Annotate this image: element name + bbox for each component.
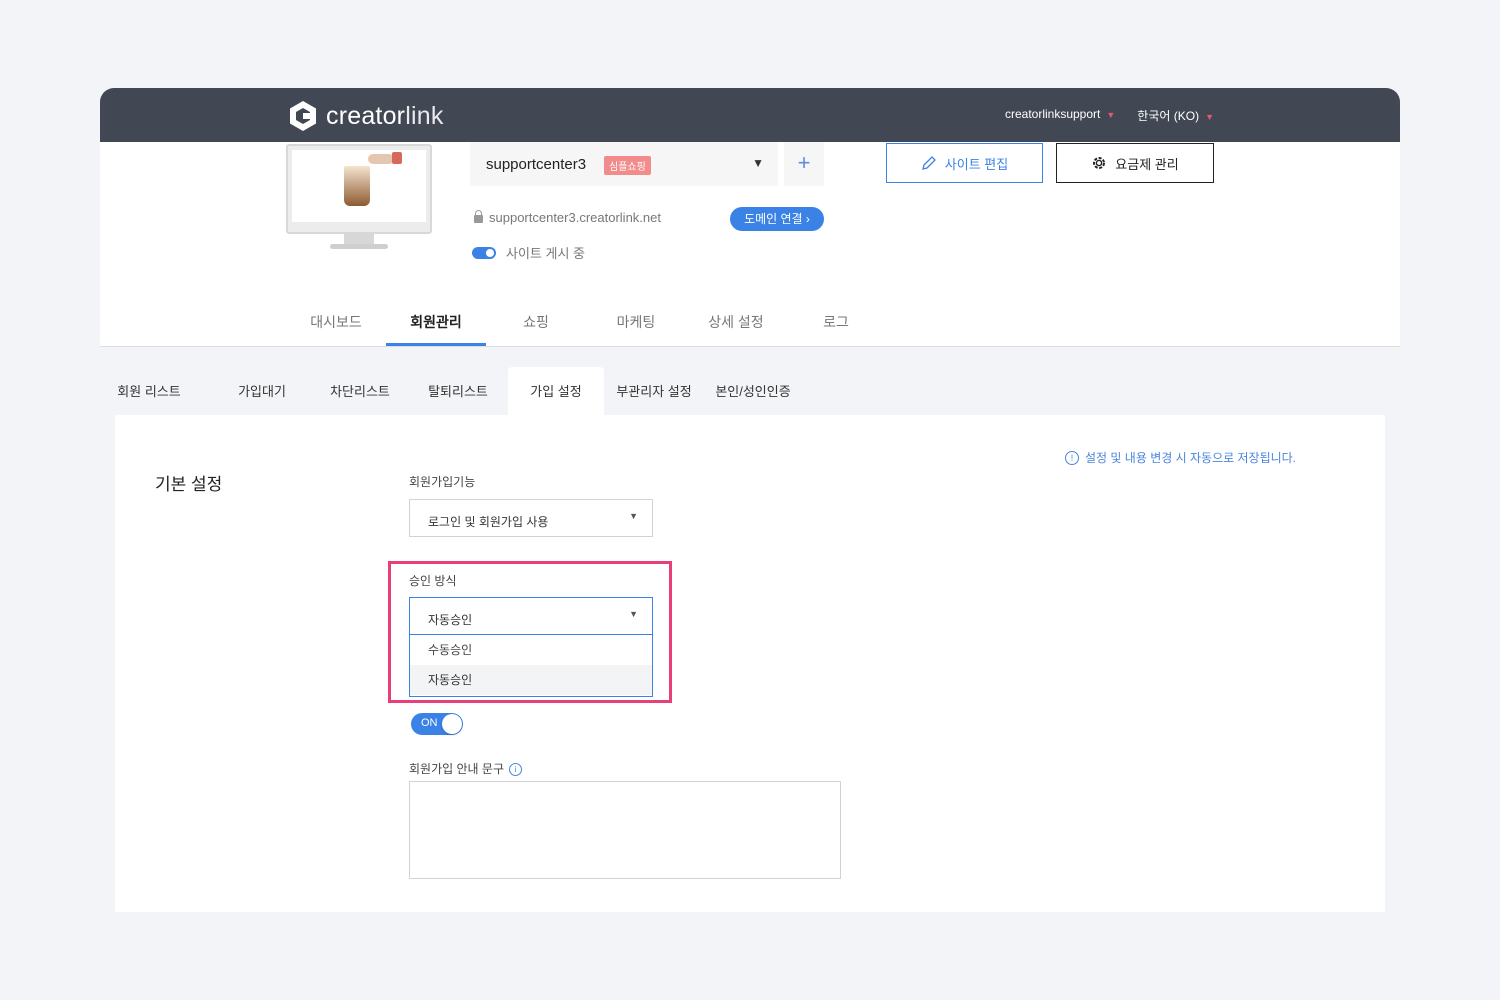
dropdown-arrow-icon: ▼ <box>752 156 764 170</box>
tab-detail-settings[interactable]: 상세 설정 <box>686 312 786 332</box>
toggle-knob <box>442 714 462 734</box>
gear-icon <box>1093 157 1106 169</box>
signup-guide-label-text: 회원가입 안내 문구 <box>409 762 504 776</box>
subtab-blocked[interactable]: 차단리스트 <box>320 367 400 415</box>
monitor-base <box>330 244 388 249</box>
signup-settings-panel: 기본 설정 ! 설정 및 내용 변경 시 자동으로 저장됩니다. 회원가입기능 … <box>115 415 1385 912</box>
subtab-verification[interactable]: 본인/성인인증 <box>708 367 798 415</box>
connect-domain-button[interactable]: 도메인 연결 › <box>730 207 824 231</box>
caret-down-icon: ▼ <box>629 511 638 521</box>
on-off-toggle[interactable]: ON <box>411 713 463 735</box>
subtab-member-list[interactable]: 회원 리스트 <box>114 367 184 415</box>
edit-site-label: 사이트 편집 <box>944 156 1009 172</box>
lock-icon <box>474 210 483 223</box>
info-icon[interactable]: i <box>509 763 522 777</box>
site-preview-thumbnail[interactable] <box>286 144 432 252</box>
topbar-right: creatorlinksupport ▼ 한국어 (KO) ▼ <box>1005 107 1214 124</box>
subtab-pending[interactable]: 가입대기 <box>224 367 300 415</box>
toggle-label: ON <box>421 717 438 729</box>
plan-management-label: 요금제 관리 <box>1115 156 1179 172</box>
monitor-screen <box>286 144 432 234</box>
app-frame: creatorlink creatorlinksupport ▼ 한국어 (KO)… <box>100 88 1400 912</box>
caret-down-icon: ▼ <box>1106 110 1116 120</box>
preview-coffee-image <box>344 166 370 206</box>
sub-tab-bar: 회원 리스트 가입대기 차단리스트 탈퇴리스트 가입 설정 부관리자 설정 본인… <box>114 367 1386 415</box>
plan-management-button[interactable]: 요금제 관리 <box>1056 143 1214 183</box>
account-menu[interactable]: creatorlinksupport ▼ <box>1005 107 1115 124</box>
site-url-text: supportcenter3.creatorlink.net <box>489 210 661 225</box>
signup-feature-select[interactable]: 로그인 및 회원가입 사용 ▼ <box>409 499 653 537</box>
preview-decoration <box>368 154 394 164</box>
main-tab-bar: 대시보드 회원관리 쇼핑 마케팅 상세 설정 로그 <box>100 300 1400 347</box>
creatorlink-logo[interactable]: creatorlink <box>288 100 444 132</box>
site-selector[interactable]: supportcenter3 심플쇼핑 ▼ <box>470 142 778 186</box>
highlight-box <box>388 561 672 703</box>
tab-marketing[interactable]: 마케팅 <box>586 312 686 332</box>
caret-down-icon: ▼ <box>1205 112 1214 122</box>
site-url[interactable]: supportcenter3.creatorlink.net <box>474 210 661 225</box>
tab-dashboard[interactable]: 대시보드 <box>286 312 386 332</box>
autosave-notice: ! 설정 및 내용 변경 시 자동으로 저장됩니다. <box>1065 449 1296 466</box>
plan-badge: 심플쇼핑 <box>604 156 651 175</box>
member-settings-area: 회원 리스트 가입대기 차단리스트 탈퇴리스트 가입 설정 부관리자 설정 본인… <box>100 347 1400 912</box>
publish-status-label: 사이트 게시 중 <box>506 246 585 261</box>
section-title: 기본 설정 <box>155 475 223 494</box>
signup-guide-label: 회원가입 안내 문구 i <box>409 760 522 777</box>
tab-shopping[interactable]: 쇼핑 <box>486 312 586 332</box>
language-menu[interactable]: 한국어 (KO) ▼ <box>1137 107 1214 124</box>
autosave-notice-text: 설정 및 내용 변경 시 자동으로 저장됩니다. <box>1085 451 1297 465</box>
publish-status: 사이트 게시 중 <box>472 243 585 262</box>
logo-text: creatorlink <box>326 101 444 130</box>
tab-logs[interactable]: 로그 <box>786 312 886 332</box>
edit-site-button[interactable]: 사이트 편집 <box>886 143 1043 183</box>
signup-guide-textarea[interactable] <box>409 781 841 879</box>
pencil-icon <box>921 156 936 170</box>
publish-toggle[interactable] <box>472 246 496 259</box>
subtab-signup-settings[interactable]: 가입 설정 <box>508 367 604 415</box>
signup-feature-value: 로그인 및 회원가입 사용 <box>428 515 549 529</box>
preview-decoration <box>392 152 402 164</box>
tab-members[interactable]: 회원관리 <box>386 312 486 346</box>
top-navigation-bar: creatorlink creatorlinksupport ▼ 한국어 (KO)… <box>100 88 1400 142</box>
subtab-withdrawn[interactable]: 탈퇴리스트 <box>418 367 498 415</box>
add-site-button[interactable]: + <box>784 142 824 186</box>
monitor-stand <box>344 234 374 244</box>
info-icon: ! <box>1065 450 1079 465</box>
site-name: supportcenter3 <box>486 156 587 173</box>
logo-icon <box>290 101 316 131</box>
signup-feature-label: 회원가입기능 <box>409 475 476 489</box>
subtab-sub-admin[interactable]: 부관리자 설정 <box>612 367 696 415</box>
